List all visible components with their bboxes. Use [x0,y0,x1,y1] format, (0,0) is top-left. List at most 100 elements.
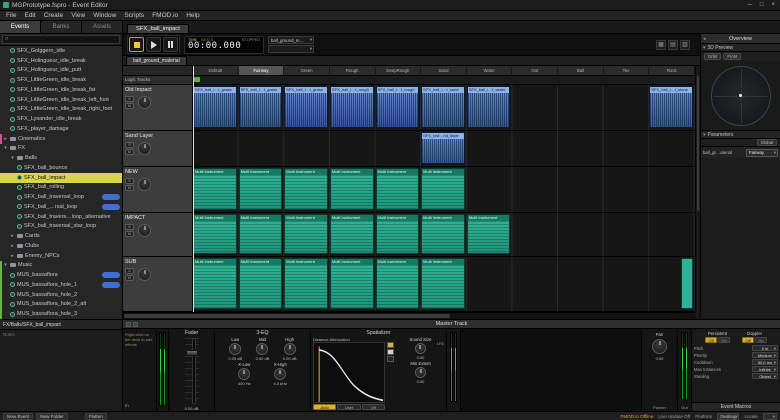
ruler-cell-rough[interactable]: Rough [330,66,376,76]
track-lane[interactable]: Multi InstrumentMulti InstrumentMulti In… [193,257,695,312]
macro-row-value[interactable]: 0 st [752,345,778,351]
mute-button[interactable]: M [125,149,134,155]
spatializer-knob-min-extent[interactable] [415,367,426,378]
doppler-off-button[interactable]: Off [742,337,754,343]
listener-dot[interactable] [739,94,742,97]
scroll-thumb[interactable] [697,76,699,211]
parameters-section-header[interactable]: ▾ Parameters [701,131,780,139]
audio-clip[interactable]: SFX_ball_i…t_grass [284,86,328,128]
preview-section-header[interactable]: ▾ 3D Preview [701,44,780,52]
track-volume-knob[interactable] [138,96,151,109]
tree-event-sfx-littlegreen-idle-break-fat[interactable]: SFX_LittleGreen_idle_break_fat [0,85,122,95]
deck-empty-area[interactable] [461,329,642,411]
solo-button[interactable]: S [125,178,134,184]
menu-help[interactable]: Help [182,12,203,19]
multi-instrument-clip[interactable]: Multi Instrument [284,214,328,254]
pause-button[interactable] [163,37,178,52]
eq-knob-high[interactable] [284,343,296,355]
attenuation-mode-auto[interactable]: Auto [313,404,336,410]
multi-instrument-clip[interactable]: Multi Instrument [284,258,328,309]
chevron-down-icon[interactable]: ▾ [10,155,15,161]
multi-instrument-clip[interactable]: Multi Instrument [467,214,511,254]
menu-scripts[interactable]: Scripts [120,12,148,19]
tree-folder-balls[interactable]: ▾Balls [0,153,122,163]
tree-event-sfx-ball-traversal-loop[interactable]: SFX_ball_traversal_loop [0,192,122,202]
macro-row-value[interactable]: Infinite [752,366,778,372]
ruler-cell-tee[interactable]: Tee [604,66,650,76]
ruler-cell-sand[interactable]: Sand [421,66,467,76]
fader-value[interactable]: 0.00 dB [185,406,199,411]
curve-option-icon[interactable] [387,342,394,348]
marker-icon[interactable] [194,77,200,82]
mute-button[interactable]: M [125,103,134,109]
eq-title[interactable]: 3-EQ [215,329,310,336]
tree-folder-cinematics[interactable]: ▸Cinematics [0,134,122,144]
solo-button[interactable]: S [125,224,134,230]
parameter-value-dropdown[interactable]: Fairway [746,149,778,157]
multi-instrument-clip[interactable]: Multi Instrument [330,214,374,254]
tree-event-mus-bassaflora-hole-2-alt[interactable]: MUS_bassaflora_hole_2_alt [0,300,122,310]
track-lane[interactable]: Multi InstrumentMulti InstrumentMulti In… [193,213,695,257]
playhead[interactable] [193,66,194,312]
spatializer-knob-sound-size[interactable] [415,343,426,354]
multi-instrument-clip[interactable]: Multi Instrument [421,258,465,309]
tree-event-sfx-littlegreen-idle-break-right-foot[interactable]: SFX_LittleGreen_idle_break_right_foot [0,105,122,115]
tree-folder-cards[interactable]: ▸Cards [0,231,122,241]
chevron-left-icon[interactable]: ◂ [703,36,706,42]
mute-button[interactable]: M [125,231,134,237]
multi-instrument-clip[interactable]: Multi Instrument [421,214,465,254]
multi-instrument-clip[interactable]: Multi Instrument [284,168,328,210]
tree-event-mus-bassaflora-hole-1[interactable]: MUS_bassaflora_hole_1 [0,280,122,290]
solo-button[interactable]: S [125,268,134,274]
chevron-right-icon[interactable]: ▸ [10,243,15,249]
tab-events[interactable]: Events [0,21,41,33]
track-lane[interactable]: SFX_ball_i…t_grassSFX_ball_i…t_grassSFX_… [193,85,695,131]
connection-status[interactable]: FMOD.io Offline [621,414,654,419]
tree-event-sfx-ball-traversal-star-loop[interactable]: SFX_ball_traversal_star_loop [0,222,122,232]
tree-folder-music[interactable]: ▾Music [0,261,122,271]
solo-button[interactable]: S [125,96,134,102]
event-tab[interactable]: SFX_ball_impact [127,24,189,33]
tree-event-sfx-lysander-idle-break[interactable]: SFX_Lysander_idle_break [0,114,122,124]
chevron-down-icon[interactable]: ▾ [3,262,8,268]
multi-instrument-clip[interactable]: Multi Instrument [239,214,283,254]
close-icon[interactable]: × [771,2,775,8]
menu-fmod-io[interactable]: FMOD.io [148,12,182,19]
stop-button[interactable] [129,37,144,52]
platform-dropdown[interactable]: Desktop [717,413,739,420]
menu-edit[interactable]: Edit [20,12,39,19]
track-volume-knob[interactable] [138,224,151,237]
logic-tracks-lane[interactable] [193,76,695,85]
tree-event-sfx-holingueur-idle-break[interactable]: SFX_Holingueur_idle_break [0,56,122,66]
tree-folder-clubs[interactable]: ▸Clubs [0,241,122,251]
audio-clip[interactable]: SFX_ball_i…t_stone [649,86,693,128]
pan-knob[interactable] [652,339,667,354]
mute-button[interactable]: M [125,185,134,191]
chevron-right-icon[interactable]: ▸ [3,136,8,142]
mute-button[interactable]: M [125,275,134,281]
track-header[interactable]: IMPACTSM [123,213,193,257]
tree-event-sfx-holingueur-idle-putt[interactable]: SFX_Holingueur_idle_putt [0,66,122,76]
tree-event-sfx-littlegreen-idle-break-left-foot[interactable]: SFX_LittleGreen_idle_break_left_foot [0,95,122,105]
solo-button[interactable]: S [125,142,134,148]
audio-clip[interactable]: SFX_ball_i…t_rough [330,86,374,128]
grid-icon[interactable]: ▦ [656,40,666,50]
followed-parameter-dropdown[interactable]: ball_ground_m… [268,36,314,44]
persistent-off-button[interactable]: Off [705,337,717,343]
tree-event-mus-bassaflora-hole-3[interactable]: MUS_bassaflora_hole_3 [0,309,122,319]
tab-banks[interactable]: Banks [41,21,82,33]
tree-event-sfx-ball-impact[interactable]: SFX_ball_impact [0,173,122,183]
track-header[interactable]: NEWSM [123,167,193,213]
ruler-cell-ball[interactable]: Ball [558,66,604,76]
audio-clip[interactable]: SFX_ball_i…t_grass [193,86,237,128]
ruler-cell-water[interactable]: Water [467,66,513,76]
tree-folder-enemy-npcs[interactable]: ▸Enemy_NPCs [0,251,122,261]
multi-instrument-clip[interactable]: Multi Instrument [193,258,237,309]
maximize-icon[interactable]: □ [760,2,764,8]
multi-instrument-clip[interactable]: Multi Instrument [330,258,374,309]
fader-handle[interactable] [186,350,198,356]
ruler-cell-deeprough[interactable]: DeepRough [376,66,422,76]
tree-event-sfx-ball-rsal-loop[interactable]: SFX_ball_…rsal_loop [0,202,122,212]
eq-knob-x-low[interactable] [238,368,250,380]
macro-row-value[interactable]: 50.0 ms [752,359,778,365]
